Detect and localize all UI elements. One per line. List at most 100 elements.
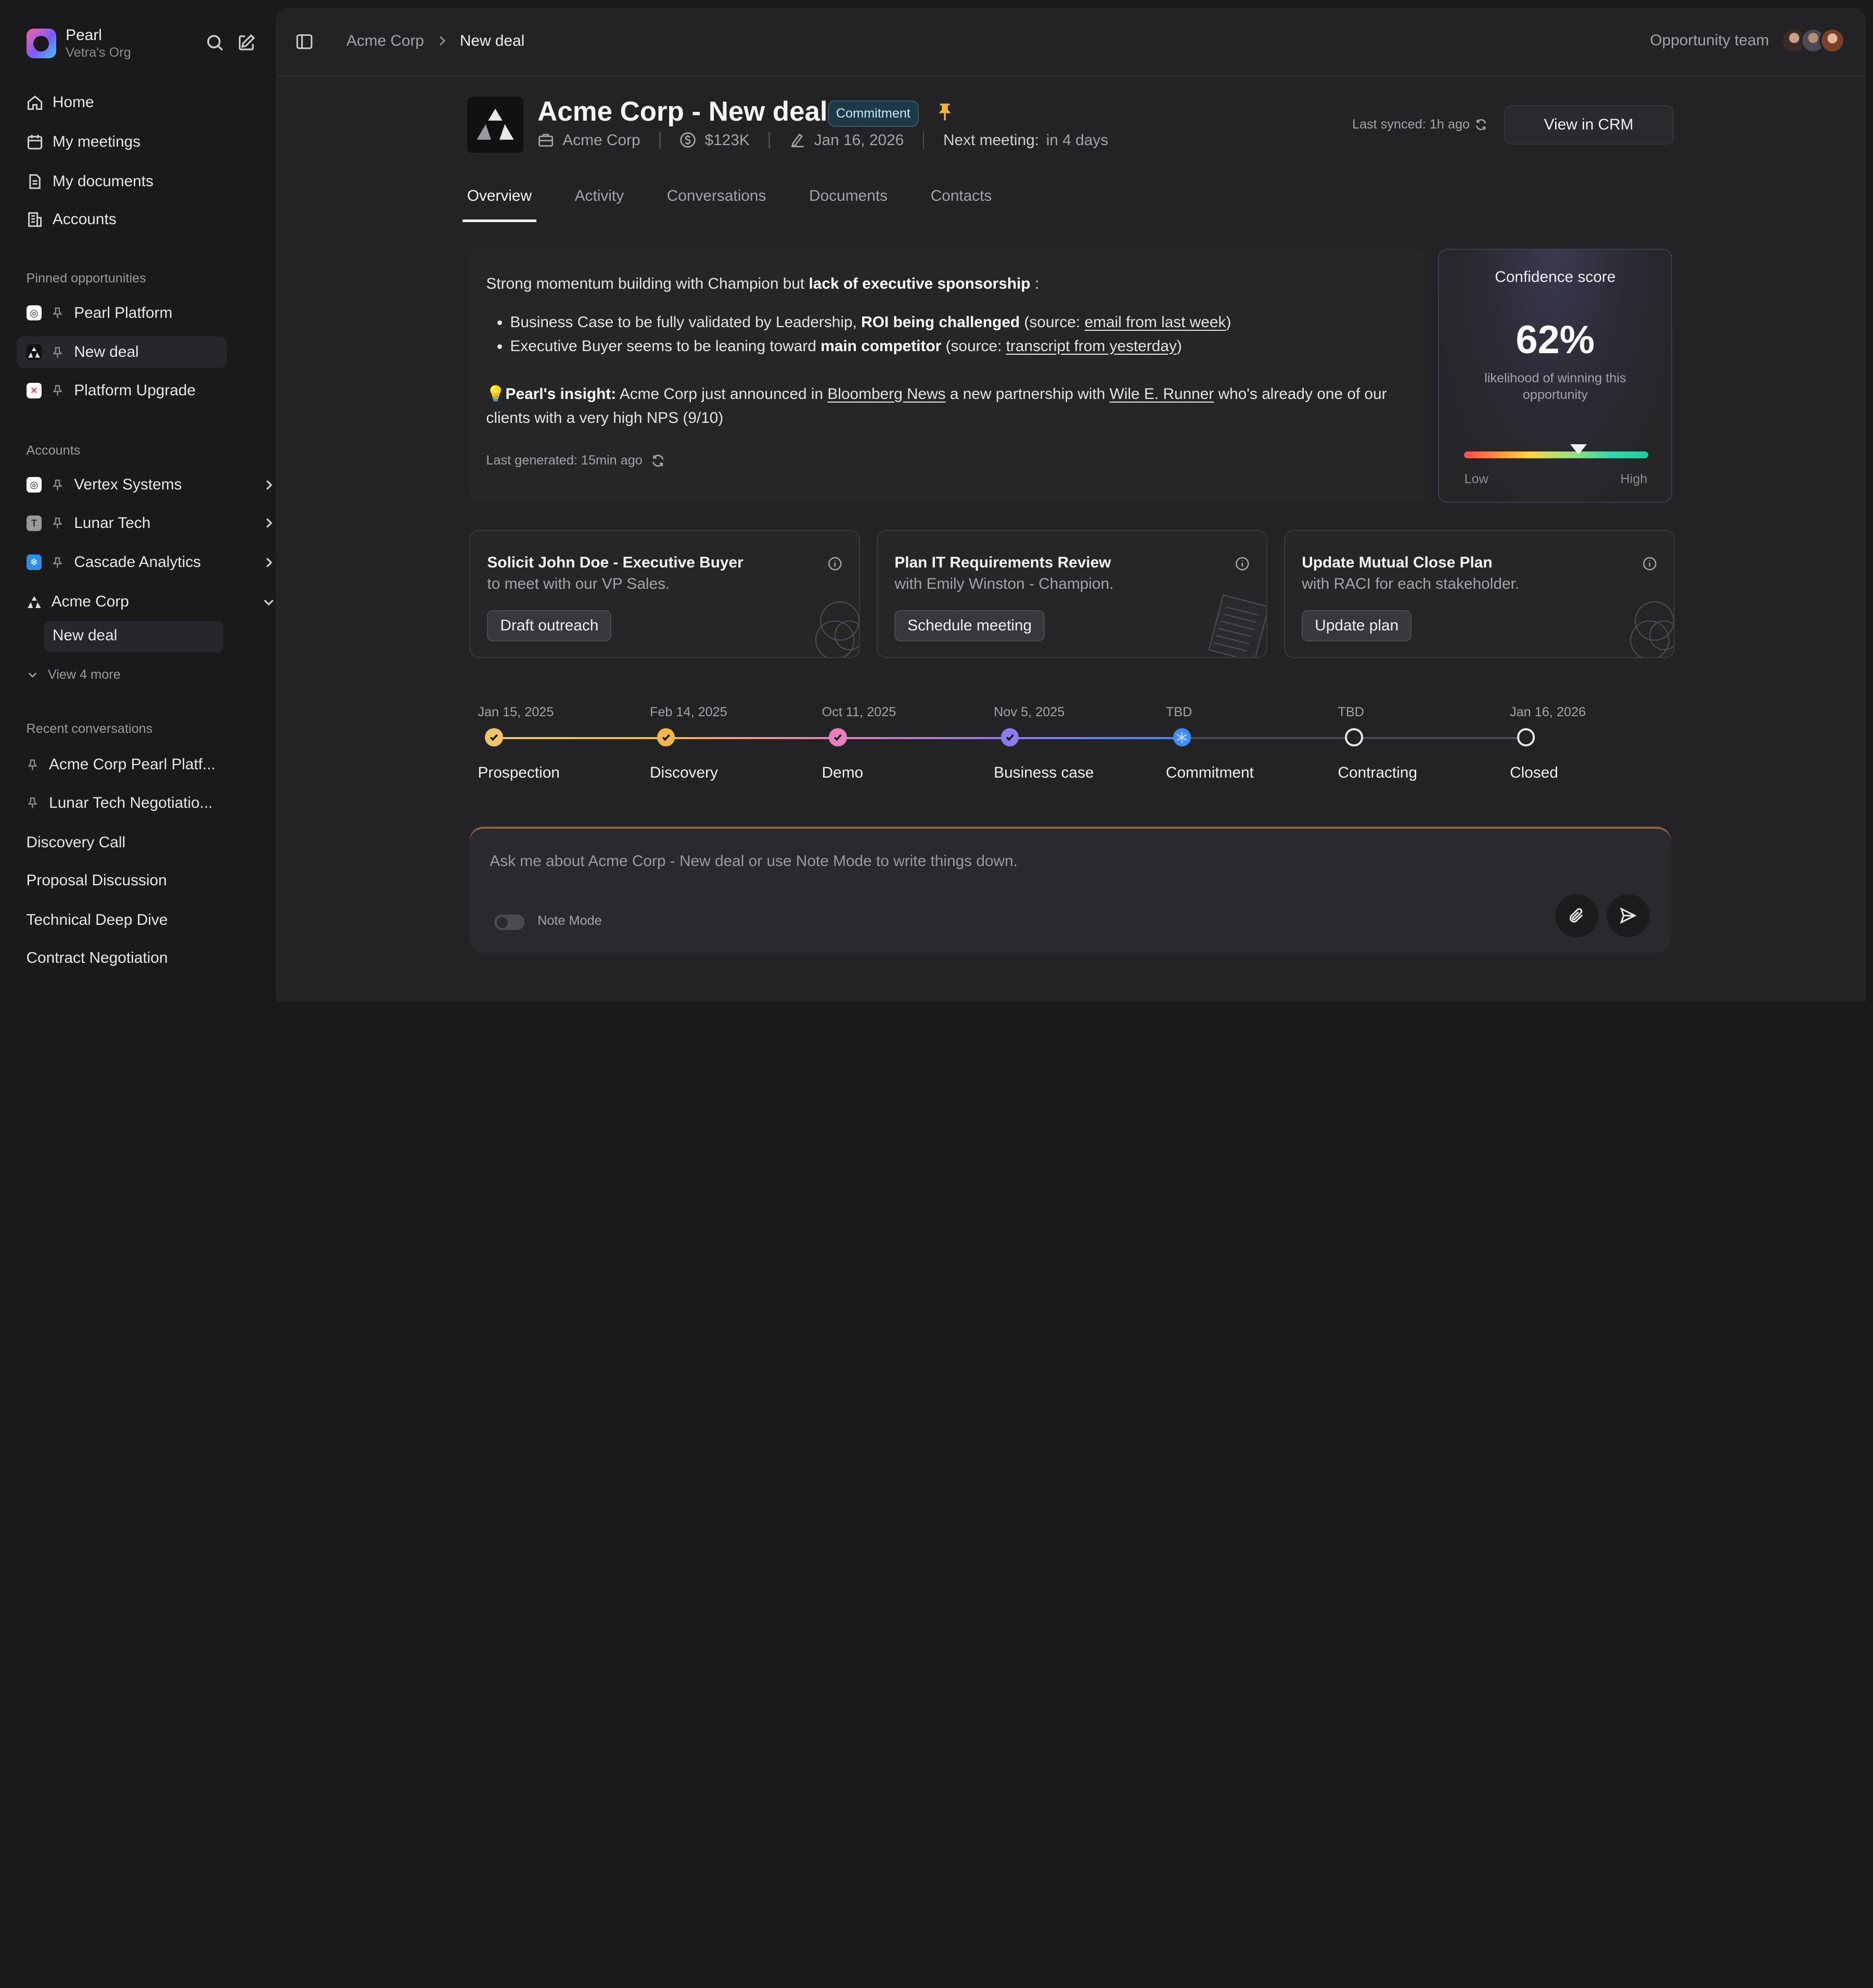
account-item-lunar-tech[interactable]: T Lunar Tech (26, 508, 273, 539)
info-icon[interactable] (1235, 557, 1250, 571)
recent-item[interactable]: Technical Deep Dive (27, 911, 168, 929)
nav-home[interactable]: Home (27, 91, 94, 114)
tab-overview[interactable]: Overview (462, 187, 537, 222)
source-link[interactable]: email from last week (1084, 314, 1226, 331)
chevron-right-icon[interactable] (263, 517, 275, 529)
action-card-title: Plan IT Requirements Review (894, 553, 1111, 571)
tab-conversations[interactable]: Conversations (667, 187, 766, 221)
timeline-stage-date: Jan 16, 2026 (1510, 704, 1586, 719)
deal-close-date: Jan 16, 2026 (814, 131, 904, 149)
timeline-stage-label: Contracting (1338, 764, 1417, 782)
deal-stage-timeline: Jan 15, 2025 Prospection Feb 14, 2025 Disco… (478, 701, 1586, 797)
account-item-vertex-systems[interactable]: ◎ Vertex Systems (26, 469, 273, 500)
insight-link[interactable]: Bloomberg News (827, 385, 945, 403)
recent-item[interactable]: Acme Corp Pearl Platf... (27, 756, 216, 773)
nav-my-meetings[interactable]: My meetings (27, 130, 140, 154)
next-meeting-value: in 4 days (1046, 131, 1109, 149)
topbar: Acme Corp New deal Opportunity team (276, 8, 1866, 76)
chevron-down-icon[interactable] (263, 596, 275, 608)
schedule-meeting-button[interactable]: Schedule meeting (894, 610, 1045, 641)
summary-intro-bold: lack of executive sponsorship (809, 275, 1031, 293)
confidence-value: 62% (1516, 317, 1595, 362)
nav-my-documents[interactable]: My documents (27, 170, 153, 193)
pinned-item-platform-upgrade[interactable]: ✕ Platform Upgrade (26, 375, 261, 406)
recent-item-label: Acme Corp Pearl Platf... (49, 756, 216, 773)
refresh-icon[interactable] (1474, 118, 1487, 131)
insight-link[interactable]: Wile E. Runner (1110, 385, 1214, 403)
deal-amount: $123K (704, 131, 750, 149)
search-icon[interactable] (206, 33, 225, 53)
summary-intro: Strong momentum building with Champion b… (486, 272, 1408, 296)
chevron-right-icon[interactable] (263, 479, 275, 491)
update-plan-button[interactable]: Update plan (1302, 610, 1412, 641)
timeline-stage-date: Jan 15, 2025 (478, 704, 554, 719)
timeline-stage-label: Prospection (478, 764, 560, 782)
opportunity-team-label: Opportunity team (1650, 32, 1769, 49)
nav-home-label: Home (53, 94, 94, 111)
timeline-stage-business-case-node[interactable] (1000, 728, 1019, 746)
view-more-label: View 4 more (47, 667, 121, 682)
main-panel: Acme Corp New deal Opportunity team Acme… (276, 8, 1866, 1002)
pinned-item-pearl-platform[interactable]: ◎ Pearl Platform (26, 298, 261, 329)
attach-button[interactable] (1555, 894, 1598, 937)
tab-documents[interactable]: Documents (809, 187, 888, 221)
timeline-stage-date: TBD (1338, 704, 1364, 719)
timeline-stage-closed-node[interactable] (1517, 728, 1535, 746)
info-icon[interactable] (1643, 557, 1657, 571)
recent-item[interactable]: Lunar Tech Negotiatio... (27, 794, 213, 812)
gauge-high-label: High (1620, 471, 1648, 486)
opportunity-team[interactable]: Opportunity team (1650, 27, 1846, 54)
app-root: Pearl Vetra's Org Home My meetings My do… (0, 0, 1873, 1002)
note-mode-toggle[interactable] (494, 914, 524, 931)
account-item-cascade-analytics[interactable]: ❄ Cascade Analytics (26, 547, 273, 578)
assistant-chat-box[interactable]: Ask me about Acme Corp - New deal or use… (469, 828, 1671, 953)
timeline-connector (1010, 737, 1183, 740)
confidence-title: Confidence score (1495, 268, 1616, 286)
timeline-stage-label: Demo (822, 764, 864, 782)
pin-icon (52, 307, 62, 318)
deal-company[interactable]: Acme Corp (562, 132, 640, 149)
account-item-acme-corp[interactable]: Acme Corp (27, 586, 274, 617)
timeline-stage-demo-node[interactable] (829, 728, 847, 746)
chevron-right-icon (439, 36, 446, 46)
compose-icon[interactable] (237, 33, 256, 53)
recent-item[interactable]: Proposal Discussion (27, 872, 167, 889)
refresh-icon[interactable] (651, 454, 665, 468)
sidebar-toggle-icon[interactable] (296, 33, 313, 50)
bullet-text: ) (1226, 313, 1231, 331)
breadcrumb: Acme Corp New deal (347, 32, 524, 50)
timeline-stage-discovery-node[interactable] (657, 728, 675, 746)
action-card: Solicit John Doe - Executive Buyer to me… (469, 530, 861, 659)
tab-activity[interactable]: Activity (575, 187, 624, 221)
timeline-stage-commitment-node[interactable] (1173, 728, 1191, 746)
send-icon (1620, 907, 1637, 924)
action-card-subtitle: to meet with our VP Sales. (487, 575, 670, 593)
view-more-link[interactable]: View 4 more (27, 667, 121, 682)
chat-input[interactable]: Ask me about Acme Corp - New deal or use… (490, 853, 1018, 870)
pin-icon[interactable] (936, 102, 953, 122)
nav-accounts[interactable]: Accounts (27, 208, 117, 231)
view-in-crm-button[interactable]: View in CRM (1504, 105, 1674, 145)
timeline-stage-label: Discovery (649, 764, 718, 782)
source-link[interactable]: transcript from yesterday (1006, 338, 1177, 355)
recent-item[interactable]: Discovery Call (27, 834, 126, 851)
pinned-item-new-deal[interactable]: New deal (17, 337, 227, 368)
send-button[interactable] (1606, 894, 1650, 937)
account-subitem-new-deal[interactable]: New deal (44, 621, 224, 652)
acme-logo-icon (477, 108, 514, 140)
breadcrumb-parent[interactable]: Acme Corp (347, 32, 424, 50)
timeline-stage-date: Nov 5, 2025 (994, 704, 1065, 719)
pinned-item-label: Platform Upgrade (74, 381, 196, 399)
draft-outreach-button[interactable]: Draft outreach (487, 610, 612, 641)
timeline-stage-prospection-node[interactable] (485, 728, 503, 746)
document-icon (29, 174, 41, 189)
timeline-stage-contracting-node[interactable] (1345, 728, 1363, 746)
confidence-gauge (1464, 451, 1649, 459)
info-icon[interactable] (828, 557, 842, 571)
org-switcher[interactable]: Pearl Vetra's Org (26, 27, 131, 61)
chevron-right-icon[interactable] (263, 557, 275, 569)
insight-bold: Pearl's insight: (505, 385, 617, 403)
recent-item[interactable]: Contract Negotiation (27, 949, 168, 967)
summary-bullets: Business Case to be fully validated by L… (510, 311, 1408, 358)
tab-contacts[interactable]: Contacts (931, 187, 992, 221)
